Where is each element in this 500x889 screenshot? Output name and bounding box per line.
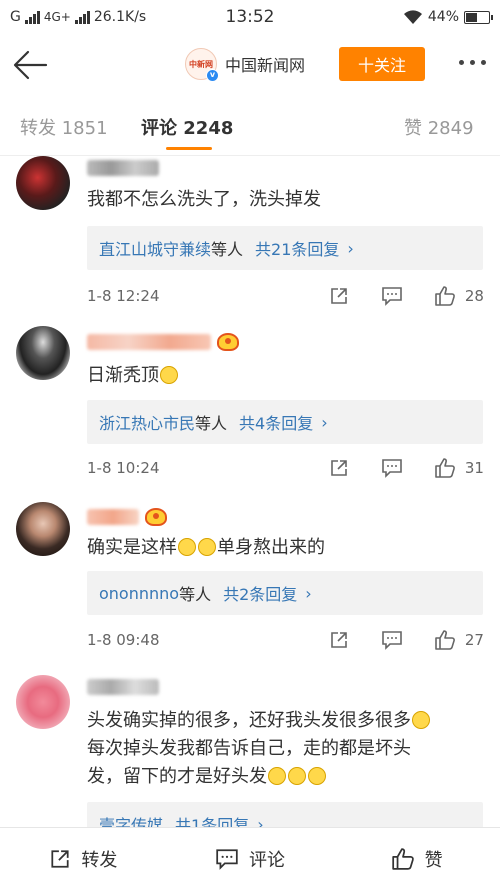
like-icon bbox=[391, 847, 414, 870]
comment-line-1: 头发确实掉的很多，还好我头发很多很多 bbox=[87, 710, 411, 731]
reply-preview[interactable]: 浙江热心市民 等人 共4条回复 › bbox=[87, 400, 483, 444]
like-icon[interactable] bbox=[434, 628, 457, 652]
tab-comments[interactable]: 评论 2248 bbox=[141, 114, 233, 140]
like-icon[interactable] bbox=[434, 284, 457, 308]
nav-bar: 中新网 v 中国新闻网 十关注 bbox=[0, 34, 500, 96]
follow-button[interactable]: 十关注 bbox=[339, 47, 425, 81]
chevron-right-icon: › bbox=[347, 238, 354, 258]
repost-label: 转发 bbox=[81, 849, 118, 871]
comment-time: 1-8 09:48 bbox=[87, 631, 160, 649]
vip-crown-icon bbox=[217, 333, 239, 351]
comment-line-2: 每次掉头发我都告诉自己，走的都是坏头 bbox=[87, 738, 411, 759]
reply-names[interactable]: ononnnno bbox=[99, 584, 179, 603]
emoji-icon bbox=[288, 767, 306, 785]
like-count: 28 bbox=[464, 287, 484, 305]
comment-text: 日渐秃顶 bbox=[87, 362, 478, 390]
repost-icon[interactable] bbox=[327, 284, 350, 308]
reply-count[interactable]: 共21条回复 bbox=[255, 236, 339, 260]
comment-meta: 1-8 10:24 31 bbox=[87, 455, 484, 481]
comment-time: 1-8 12:24 bbox=[87, 287, 160, 305]
wifi-icon bbox=[403, 9, 422, 24]
tab-bar: 转发 1851 评论 2248 赞 2849 bbox=[0, 96, 500, 156]
battery-percent: 44% bbox=[427, 9, 459, 25]
reply-count[interactable]: 共4条回复 bbox=[239, 410, 313, 434]
avatar[interactable] bbox=[16, 675, 70, 729]
comment-button[interactable]: 评论 bbox=[167, 828, 334, 889]
comment-icon bbox=[216, 848, 238, 870]
vip-crown-icon bbox=[145, 508, 167, 526]
active-tab-indicator bbox=[166, 147, 212, 150]
back-arrow-icon[interactable] bbox=[12, 48, 48, 82]
avatar[interactable] bbox=[16, 156, 70, 210]
username[interactable] bbox=[87, 679, 159, 695]
emoji-icon bbox=[268, 767, 286, 785]
like-icon[interactable] bbox=[434, 456, 457, 480]
comment-icon[interactable] bbox=[380, 284, 403, 308]
like-button[interactable]: 赞 bbox=[333, 828, 500, 889]
comment-text-part-a: 确实是这样 bbox=[87, 537, 177, 558]
reply-preview[interactable]: ononnnno 等人 共2条回复 › bbox=[87, 571, 483, 615]
account-name[interactable]: 中国新闻网 bbox=[225, 52, 305, 76]
network-label: 4G+ bbox=[43, 10, 71, 24]
emoji-icon bbox=[178, 538, 196, 556]
avatar[interactable] bbox=[16, 502, 70, 556]
tab-reposts[interactable]: 转发 1851 bbox=[20, 114, 108, 140]
battery-icon bbox=[464, 10, 493, 24]
like-label: 赞 bbox=[424, 849, 443, 871]
repost-icon bbox=[51, 849, 69, 868]
reply-names[interactable]: 浙江热心市民 bbox=[99, 410, 195, 434]
account-header[interactable]: 中新网 v 中国新闻网 bbox=[185, 48, 305, 82]
comment-text: 我都不怎么洗头了，洗头掉发 bbox=[87, 189, 321, 210]
repost-icon[interactable] bbox=[327, 628, 350, 652]
comment-text: 确实是这样 单身熬出来的 bbox=[87, 534, 478, 562]
username[interactable] bbox=[87, 160, 159, 176]
account-avatar[interactable]: 中新网 v bbox=[185, 48, 219, 82]
comment-label: 评论 bbox=[249, 849, 285, 871]
more-icon[interactable] bbox=[459, 60, 486, 65]
verified-badge-icon: v bbox=[206, 69, 219, 82]
avatar[interactable] bbox=[16, 326, 70, 380]
username[interactable] bbox=[87, 333, 239, 351]
tab-likes[interactable]: 赞 2849 bbox=[404, 114, 474, 140]
emoji-icon bbox=[160, 366, 178, 384]
reply-suffix: 等人 bbox=[211, 240, 244, 259]
username[interactable] bbox=[87, 508, 167, 526]
comment-time: 1-8 10:24 bbox=[87, 459, 160, 477]
reply-suffix: 等人 bbox=[195, 414, 228, 433]
comment-icon[interactable] bbox=[380, 456, 403, 480]
comment-meta: 1-8 09:48 27 bbox=[87, 627, 484, 653]
status-bar: G 4G+ 26.1K/s 13:52 44% bbox=[0, 0, 500, 34]
like-count: 31 bbox=[464, 459, 484, 477]
comment-icon[interactable] bbox=[380, 628, 403, 652]
signal-icon-2 bbox=[74, 10, 90, 24]
comment-text-content: 日渐秃顶 bbox=[87, 365, 159, 386]
reply-count[interactable]: 共2条回复 bbox=[223, 581, 297, 605]
carrier-label: G bbox=[10, 9, 21, 25]
like-count: 27 bbox=[464, 631, 484, 649]
reply-preview[interactable]: 直江山城守兼续 等人 共21条回复 › bbox=[87, 226, 483, 270]
reply-suffix: 等人 bbox=[179, 585, 212, 604]
emoji-icon bbox=[412, 711, 430, 729]
signal-icon bbox=[24, 10, 40, 24]
account-logo-text: 中新网 bbox=[189, 59, 213, 69]
comment-text-part-b: 单身熬出来的 bbox=[217, 537, 325, 558]
network-speed: 26.1K/s bbox=[93, 9, 147, 25]
reply-names[interactable]: 直江山城守兼续 bbox=[99, 236, 211, 260]
repost-button[interactable]: 转发 bbox=[0, 828, 167, 889]
comment-line-3: 发，留下的才是好头发 bbox=[87, 766, 267, 787]
bottom-action-bar: 转发 评论 赞 bbox=[0, 827, 500, 889]
emoji-icon bbox=[308, 767, 326, 785]
chevron-right-icon: › bbox=[305, 583, 312, 603]
chevron-right-icon: › bbox=[321, 412, 328, 432]
comment-text: 头发确实掉的很多，还好我头发很多很多 每次掉头发我都告诉自己，走的都是坏头 发，… bbox=[87, 707, 478, 791]
repost-icon[interactable] bbox=[327, 456, 350, 480]
emoji-icon bbox=[198, 538, 216, 556]
comment-meta: 1-8 12:24 28 bbox=[87, 283, 484, 309]
